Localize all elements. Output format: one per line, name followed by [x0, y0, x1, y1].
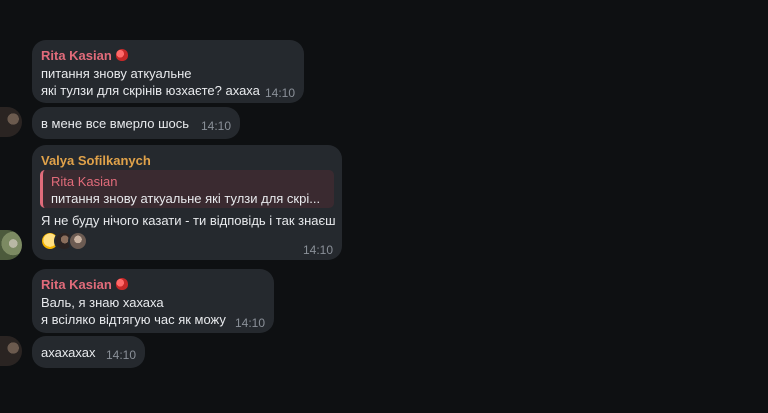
message-text: які тулзи для скрінів юзхаєте? ахаха	[41, 83, 260, 98]
message-text: в мене все вмерло шось	[41, 116, 190, 131]
message-bubble[interactable]: Rita Kasian Валь, я знаю хахаха я всіляк…	[32, 269, 274, 333]
message-text: Я не буду нічого казати - ти відповідь і…	[41, 213, 336, 228]
message-time: 14:10	[105, 348, 136, 362]
message-bubble[interactable]: в мене все вмерло шось 14:10	[32, 107, 240, 139]
avatar[interactable]	[0, 230, 22, 260]
reply-text: питання знову аткуальне які тулзи для ск…	[51, 191, 321, 206]
message-time: 14:10	[234, 316, 265, 330]
reply-sender: Rita Kasian	[51, 174, 118, 189]
message-time: 14:10	[302, 243, 333, 257]
message-bubble[interactable]: Rita Kasian питання знову аткуальне які …	[32, 40, 304, 103]
sender-name[interactable]: Rita Kasian	[41, 277, 128, 292]
sender-name[interactable]: Rita Kasian	[41, 48, 128, 63]
reply-quote[interactable]: Rita Kasian питання знову аткуальне які …	[40, 170, 334, 208]
message-text: ахахахах	[41, 345, 96, 360]
message-time: 14:10	[264, 86, 295, 100]
heart-emoji-icon	[115, 49, 128, 61]
reaction-avatar	[68, 231, 88, 251]
sender-name[interactable]: Valya Sofilkanych	[41, 153, 151, 168]
message-bubble[interactable]: Valya Sofilkanych Rita Kasian питання зн…	[32, 145, 342, 260]
message-text: я всіляко відтягую час як можу	[41, 312, 226, 327]
message-time: 14:10	[200, 119, 231, 133]
message-text: Валь, я знаю хахаха	[41, 295, 164, 310]
message-bubble[interactable]: ахахахах 14:10	[32, 336, 145, 368]
message-text: питання знову аткуальне	[41, 66, 192, 81]
heart-emoji-icon	[115, 278, 128, 290]
avatar[interactable]	[0, 107, 22, 137]
avatar[interactable]	[0, 336, 22, 366]
